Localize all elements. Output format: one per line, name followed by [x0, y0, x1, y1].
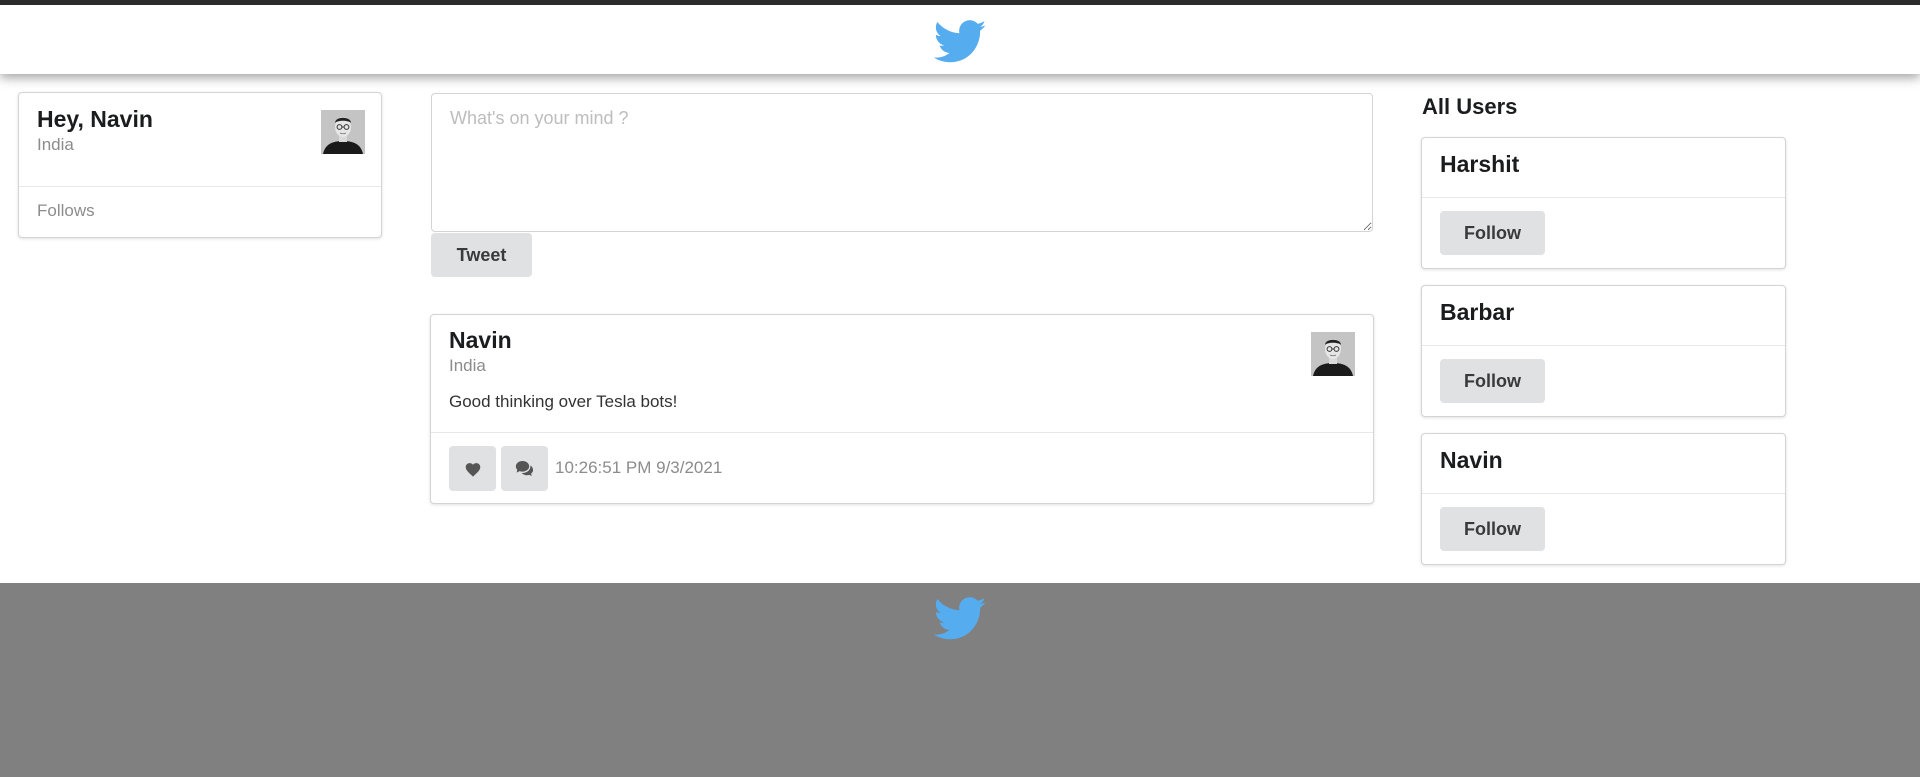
- follow-button[interactable]: Follow: [1440, 211, 1545, 255]
- tweet-author: Navin: [449, 327, 512, 353]
- divider: [1422, 493, 1785, 494]
- heart-icon: [465, 462, 480, 477]
- divider: [1422, 345, 1785, 346]
- user-name: Navin: [1440, 447, 1503, 473]
- tweet-button[interactable]: Tweet: [431, 233, 532, 277]
- all-users-title: All Users: [1422, 94, 1518, 119]
- follows-link[interactable]: Follows: [37, 201, 95, 221]
- profile-greeting: Hey, Navin: [37, 106, 153, 132]
- divider: [19, 186, 381, 187]
- tweet-author-country: India: [449, 356, 486, 375]
- like-button[interactable]: [449, 446, 496, 491]
- tweet-text: Good thinking over Tesla bots!: [449, 392, 678, 411]
- comments-icon: [515, 461, 533, 476]
- top-navbar: [0, 0, 1920, 74]
- profile-country: India: [37, 135, 74, 154]
- twitter-bird-icon: [934, 597, 987, 641]
- user-card: Harshit Follow: [1421, 137, 1786, 269]
- avatar: [321, 110, 365, 154]
- avatar: [1311, 332, 1355, 376]
- follow-button[interactable]: Follow: [1440, 507, 1545, 551]
- user-card: Barbar Follow: [1421, 285, 1786, 417]
- tweet-timestamp: 10:26:51 PM 9/3/2021: [555, 458, 723, 477]
- tweet-card: Navin India Good thinking over Tesla bot…: [430, 314, 1374, 504]
- user-name: Barbar: [1440, 299, 1515, 325]
- profile-card: Hey, Navin India Follows: [18, 92, 382, 238]
- footer: [0, 583, 1920, 777]
- tweet-input[interactable]: [431, 93, 1373, 232]
- follow-button[interactable]: Follow: [1440, 359, 1545, 403]
- comment-button[interactable]: [501, 446, 548, 491]
- user-name: Harshit: [1440, 151, 1520, 177]
- user-card: Navin Follow: [1421, 433, 1786, 565]
- divider: [1422, 197, 1785, 198]
- divider: [431, 432, 1373, 433]
- twitter-bird-icon[interactable]: [934, 20, 987, 64]
